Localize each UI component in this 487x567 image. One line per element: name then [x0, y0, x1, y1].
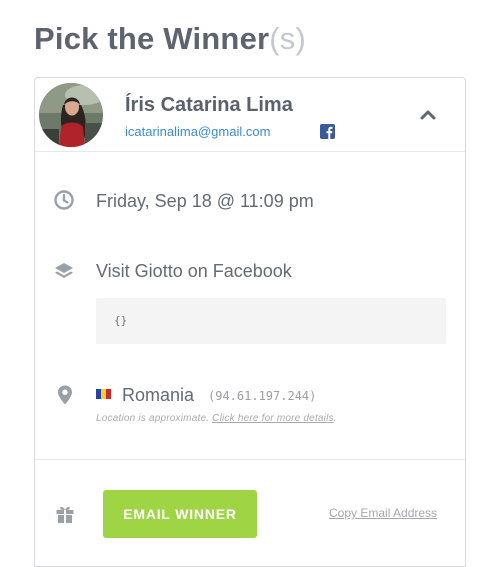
- entry-ip: (94.61.197.244): [208, 389, 317, 403]
- page-title-suffix: (s): [269, 21, 307, 56]
- location-note-end: .: [333, 413, 337, 424]
- winner-header[interactable]: Íris Catarina Lima icatarinalima@gmail.c…: [35, 78, 465, 152]
- page-title-main: Pick the Winner: [34, 21, 270, 56]
- location-note-text: Location is approximate.: [96, 413, 213, 424]
- gift-icon: [54, 503, 76, 525]
- divider: [35, 459, 465, 460]
- avatar: [39, 83, 103, 147]
- winner-email-link[interactable]: icatarinalima@gmail.com: [125, 124, 270, 139]
- location-details-link[interactable]: Click here for more details: [212, 413, 334, 424]
- entry-action: Visit Giotto on Facebook: [96, 261, 292, 281]
- romania-flag-icon: [96, 389, 111, 399]
- chevron-up-icon[interactable]: [420, 107, 436, 120]
- entry-country: Romania: [122, 385, 195, 405]
- location-note: Location is approximate. Click here for …: [96, 413, 337, 424]
- winner-name: Íris Catarina Lima: [125, 94, 293, 116]
- layers-icon: [53, 260, 75, 282]
- winner-card: Íris Catarina Lima icatarinalima@gmail.c…: [34, 77, 466, 567]
- copy-email-link[interactable]: Copy Email Address: [329, 506, 437, 520]
- facebook-icon: [320, 124, 335, 139]
- action-data-box: {}: [96, 298, 446, 344]
- clock-icon: [53, 189, 75, 211]
- email-winner-button[interactable]: EMAIL WINNER: [103, 490, 257, 538]
- entry-datetime: Friday, Sep 18 @ 11:09 pm: [96, 191, 314, 211]
- page-title: Pick the Winner(s): [34, 21, 306, 57]
- action-data: {}: [114, 314, 128, 327]
- location-pin-icon: [54, 384, 76, 406]
